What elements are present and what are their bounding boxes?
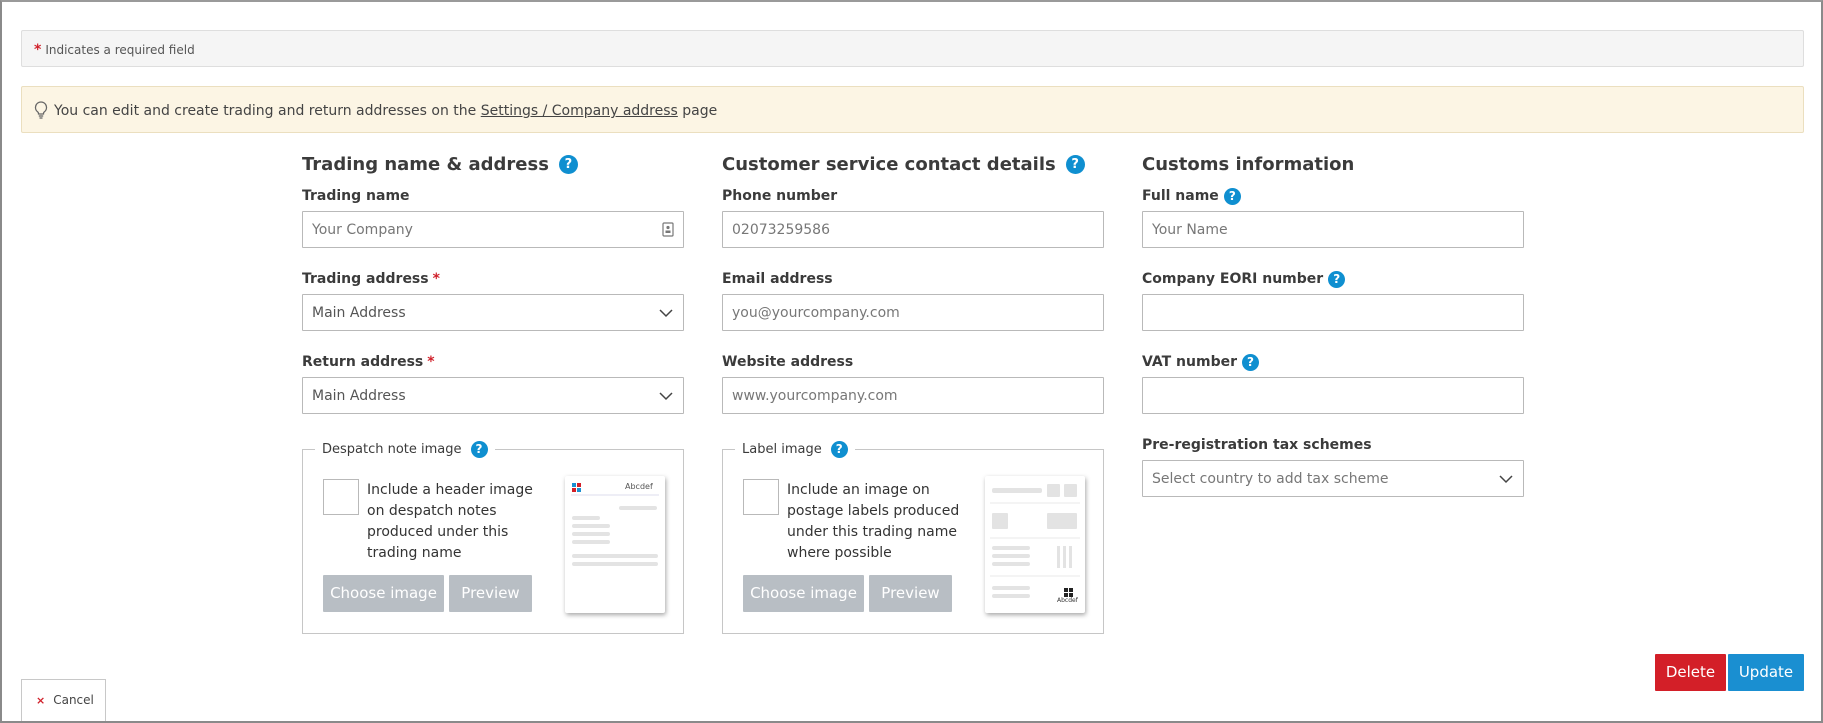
help-icon[interactable]: ?	[470, 440, 488, 458]
required-star: *	[432, 271, 440, 287]
trading-address-select[interactable]: Main Address	[302, 294, 684, 331]
chevron-down-icon	[659, 306, 673, 324]
tax-scheme-placeholder: Select country to add tax scheme	[1152, 471, 1389, 487]
website-address-input[interactable]: www.yourcompany.com	[722, 377, 1104, 414]
contact-card-icon[interactable]	[662, 222, 674, 241]
company-eori-input[interactable]	[1142, 294, 1524, 331]
trading-name-label: Trading name	[302, 188, 410, 204]
preview-button[interactable]: Preview	[869, 575, 952, 612]
return-address-label: Return address *	[302, 354, 435, 370]
return-address-value: Main Address	[312, 388, 406, 404]
thumbnail-brand-label: Abcdef	[625, 482, 653, 491]
return-address-select[interactable]: Main Address	[302, 377, 684, 414]
despatch-image-checkbox[interactable]	[323, 479, 359, 515]
despatch-note-preview-thumbnail: Abcdef	[565, 476, 665, 613]
label-image-checkbox-label[interactable]: Include an image on postage labels produ…	[787, 480, 962, 564]
customer-service-title-text: Customer service contact details	[722, 153, 1056, 175]
tip-text: You can edit and create trading and retu…	[54, 103, 477, 119]
email-address-input[interactable]: you@yourcompany.com	[722, 294, 1104, 331]
email-placeholder: you@yourcompany.com	[732, 305, 900, 321]
preview-button[interactable]: Preview	[449, 575, 532, 612]
phone-number-value: 02073259586	[732, 222, 830, 238]
required-notice: * Indicates a required field	[21, 30, 1804, 67]
vat-number-label: VAT number?	[1142, 352, 1524, 372]
customer-service-section-title: Customer service contact details ?	[722, 150, 1104, 178]
tip-text-end: page	[682, 103, 718, 119]
despatch-image-checkbox-label[interactable]: Include a header image on despatch notes…	[367, 480, 542, 564]
customs-title-text: Customs information	[1142, 153, 1355, 175]
full-name-label: Full name?	[1142, 186, 1524, 206]
chevron-down-icon	[659, 389, 673, 407]
label-image-legend: Label image ?	[735, 439, 855, 459]
required-notice-text: Indicates a required field	[45, 43, 195, 57]
website-address-label: Website address	[722, 354, 854, 370]
full-name-input[interactable]: Your Name	[1142, 211, 1524, 248]
trading-name-input[interactable]: Your Company	[302, 211, 684, 248]
cancel-button[interactable]: × Cancel	[21, 679, 106, 721]
delete-button[interactable]: Delete	[1655, 654, 1726, 691]
despatch-note-image-fieldset: Despatch note image ? Include a header i…	[302, 439, 684, 634]
help-icon[interactable]: ?	[1242, 353, 1259, 371]
lightbulb-icon	[34, 101, 48, 123]
close-icon: ×	[36, 694, 46, 707]
full-name-placeholder: Your Name	[1152, 222, 1228, 238]
cancel-label: Cancel	[53, 693, 94, 707]
trading-column: Trading name & address ? Trading name Yo…	[302, 150, 684, 414]
label-image-checkbox[interactable]	[743, 479, 779, 515]
chevron-down-icon	[1499, 472, 1513, 490]
help-icon[interactable]: ?	[558, 154, 578, 174]
trading-title-text: Trading name & address	[302, 153, 549, 175]
choose-image-button[interactable]: Choose image	[323, 575, 444, 612]
trading-address-label: Trading address *	[302, 271, 440, 287]
tip-banner: You can edit and create trading and retu…	[21, 86, 1804, 133]
trading-section-title: Trading name & address ?	[302, 150, 684, 178]
choose-image-button[interactable]: Choose image	[743, 575, 864, 612]
tax-scheme-select[interactable]: Select country to add tax scheme	[1142, 460, 1524, 497]
required-star: *	[427, 354, 435, 370]
phone-number-label: Phone number	[722, 188, 838, 204]
customer-service-column: Customer service contact details ? Phone…	[722, 150, 1104, 414]
email-address-label: Email address	[722, 271, 833, 287]
company-eori-label: Company EORI number?	[1142, 269, 1524, 289]
thumbnail-brand-label: Abcdef	[1057, 597, 1078, 604]
help-icon[interactable]: ?	[1065, 154, 1085, 174]
phone-number-input[interactable]: 02073259586	[722, 211, 1104, 248]
despatch-note-image-legend: Despatch note image ?	[315, 439, 495, 459]
update-button[interactable]: Update	[1728, 654, 1804, 691]
help-icon[interactable]: ?	[830, 440, 848, 458]
tax-schemes-label: Pre-registration tax schemes	[1142, 437, 1372, 453]
help-icon[interactable]: ?	[1328, 270, 1346, 288]
settings-company-address-link[interactable]: Settings / Company address	[481, 103, 678, 119]
customs-section-title: Customs information	[1142, 150, 1524, 178]
trading-name-value: Your Company	[312, 222, 413, 238]
trading-address-value: Main Address	[312, 305, 406, 321]
label-preview-thumbnail: Abcdef	[985, 476, 1085, 613]
customs-column: Customs information Full name? Your Name…	[1142, 150, 1524, 497]
label-image-fieldset: Label image ? Include an image on postag…	[722, 439, 1104, 634]
website-placeholder: www.yourcompany.com	[732, 388, 898, 404]
help-icon[interactable]: ?	[1223, 187, 1241, 205]
required-star: *	[34, 42, 42, 58]
vat-number-input[interactable]	[1142, 377, 1524, 414]
